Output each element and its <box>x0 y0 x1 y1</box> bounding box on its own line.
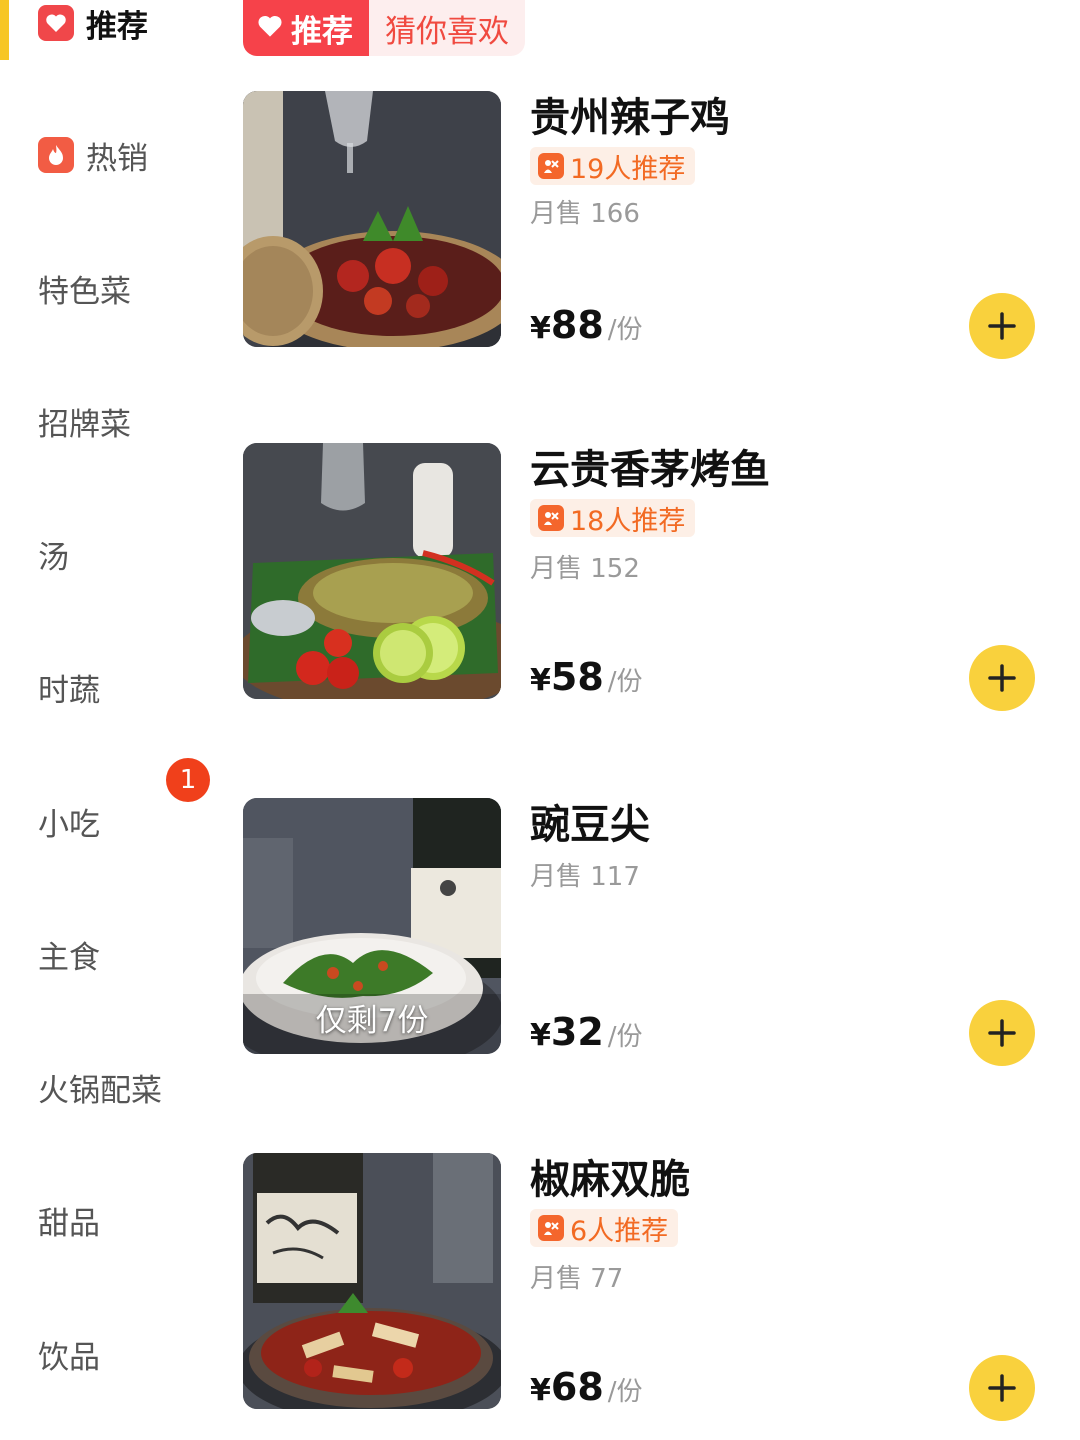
sidebar-item-label: 时蔬 <box>38 672 100 709</box>
price: ¥ 32 /份 <box>530 1010 643 1054</box>
sidebar-item-label: 推荐 <box>86 8 148 45</box>
recommend-icon <box>538 153 564 179</box>
sidebar-item-label: 特色菜 <box>38 273 131 310</box>
monthly-sales: 月售 152 <box>530 554 640 584</box>
price: ¥ 88 /份 <box>530 303 643 347</box>
dish-photo[interactable] <box>243 443 501 699</box>
tab-guess-you-like[interactable]: 猜你喜欢 <box>369 0 525 56</box>
add-to-cart-button[interactable] <box>969 645 1035 711</box>
add-to-cart-button[interactable] <box>969 293 1035 359</box>
dish-name: 贵州辣子鸡 <box>530 95 730 141</box>
sidebar-item-dessert[interactable]: 甜品 <box>0 1175 215 1265</box>
price-unit: /份 <box>607 1377 643 1407</box>
price-value: 88 <box>550 303 604 347</box>
tab-recommend-label: 推荐 <box>291 13 353 50</box>
dish-card[interactable]: 贵州辣子鸡 19人推荐 月售 166 ¥ 88 /份 <box>243 91 1043 359</box>
heart-icon <box>38 5 74 41</box>
add-to-cart-button[interactable] <box>969 1355 1035 1421</box>
sidebar-item-vegetables[interactable]: 时蔬 <box>0 642 215 732</box>
section-tabs: 推荐 猜你喜欢 <box>243 0 525 56</box>
plus-icon <box>988 1019 1016 1047</box>
recommend-count: 6人推荐 <box>570 1215 669 1247</box>
price-unit: /份 <box>607 1022 643 1052</box>
dish-name: 豌豆尖 <box>530 802 650 848</box>
price: ¥ 58 /份 <box>530 655 643 699</box>
price-unit: /份 <box>607 667 643 697</box>
dish-photo[interactable]: 仅剩7份 <box>243 798 501 1054</box>
sidebar-item-label: 主食 <box>38 939 100 976</box>
add-to-cart-button[interactable] <box>969 1000 1035 1066</box>
currency-symbol: ¥ <box>530 1373 551 1408</box>
cart-count-badge: 1 <box>166 758 210 802</box>
currency-symbol: ¥ <box>530 1018 551 1053</box>
plus-icon <box>988 664 1016 692</box>
sidebar-item-label: 招牌菜 <box>38 406 131 443</box>
sidebar-item-label: 饮品 <box>38 1339 100 1376</box>
monthly-sales: 月售 166 <box>530 199 640 229</box>
dish-card[interactable]: 云贵香茅烤鱼 18人推荐 月售 152 ¥ 58 /份 <box>243 443 1043 711</box>
sidebar-item-soup[interactable]: 汤 <box>0 509 215 599</box>
fire-icon <box>38 137 74 173</box>
sidebar-item-label: 热销 <box>86 140 148 177</box>
price: ¥ 68 /份 <box>530 1365 643 1409</box>
price-value: 68 <box>550 1365 604 1409</box>
currency-symbol: ¥ <box>530 311 551 346</box>
sidebar-item-label: 汤 <box>38 539 69 576</box>
sidebar-item-signature[interactable]: 招牌菜 <box>0 376 215 466</box>
sidebar-item-label: 火锅配菜 <box>38 1072 162 1109</box>
sidebar-item-hot[interactable]: 热销 <box>0 110 215 200</box>
plus-icon <box>988 1374 1016 1402</box>
recommend-badge: 19人推荐 <box>530 147 696 185</box>
heart-icon <box>257 10 283 46</box>
monthly-sales: 月售 77 <box>530 1264 624 1294</box>
plus-icon <box>988 312 1016 340</box>
monthly-sales: 月售 117 <box>530 862 640 892</box>
recommend-count: 19人推荐 <box>570 153 686 185</box>
tab-guess-label: 猜你喜欢 <box>385 13 509 50</box>
price-value: 32 <box>550 1010 604 1054</box>
sidebar-item-hotpot-sides[interactable]: 火锅配菜 <box>0 1042 215 1132</box>
sidebar-item-drinks[interactable]: 饮品 <box>0 1309 215 1399</box>
recommend-icon <box>538 505 564 531</box>
currency-symbol: ¥ <box>530 663 551 698</box>
dish-name: 云贵香茅烤鱼 <box>530 447 770 493</box>
sidebar-item-specialty[interactable]: 特色菜 <box>0 243 215 333</box>
price-unit: /份 <box>607 315 643 345</box>
recommend-badge: 6人推荐 <box>530 1209 679 1247</box>
recommend-icon <box>538 1215 564 1241</box>
recommend-count: 18人推荐 <box>570 505 686 537</box>
sidebar-item-label: 小吃 <box>38 806 100 843</box>
category-sidebar: 推荐 热销 特色菜 招牌菜 汤 时蔬 小吃 1 主食 火锅配菜 甜品 饮品 <box>0 0 215 1440</box>
sidebar-item-recommend[interactable]: 推荐 <box>0 0 215 68</box>
stock-remaining-label: 仅剩7份 <box>315 1003 429 1039</box>
price-value: 58 <box>550 655 604 699</box>
dish-photo[interactable] <box>243 1153 501 1409</box>
tab-recommend[interactable]: 推荐 <box>243 0 369 56</box>
dish-name: 椒麻双脆 <box>530 1157 690 1203</box>
active-indicator <box>0 0 9 60</box>
sidebar-item-staple[interactable]: 主食 <box>0 909 215 999</box>
dish-photo[interactable] <box>243 91 501 347</box>
dish-card[interactable]: 椒麻双脆 6人推荐 月售 77 ¥ 68 /份 <box>243 1153 1043 1421</box>
sidebar-item-label: 甜品 <box>38 1205 100 1242</box>
recommend-badge: 18人推荐 <box>530 499 696 537</box>
dish-card[interactable]: 仅剩7份 豌豆尖 月售 117 ¥ 32 /份 <box>243 798 1043 1066</box>
